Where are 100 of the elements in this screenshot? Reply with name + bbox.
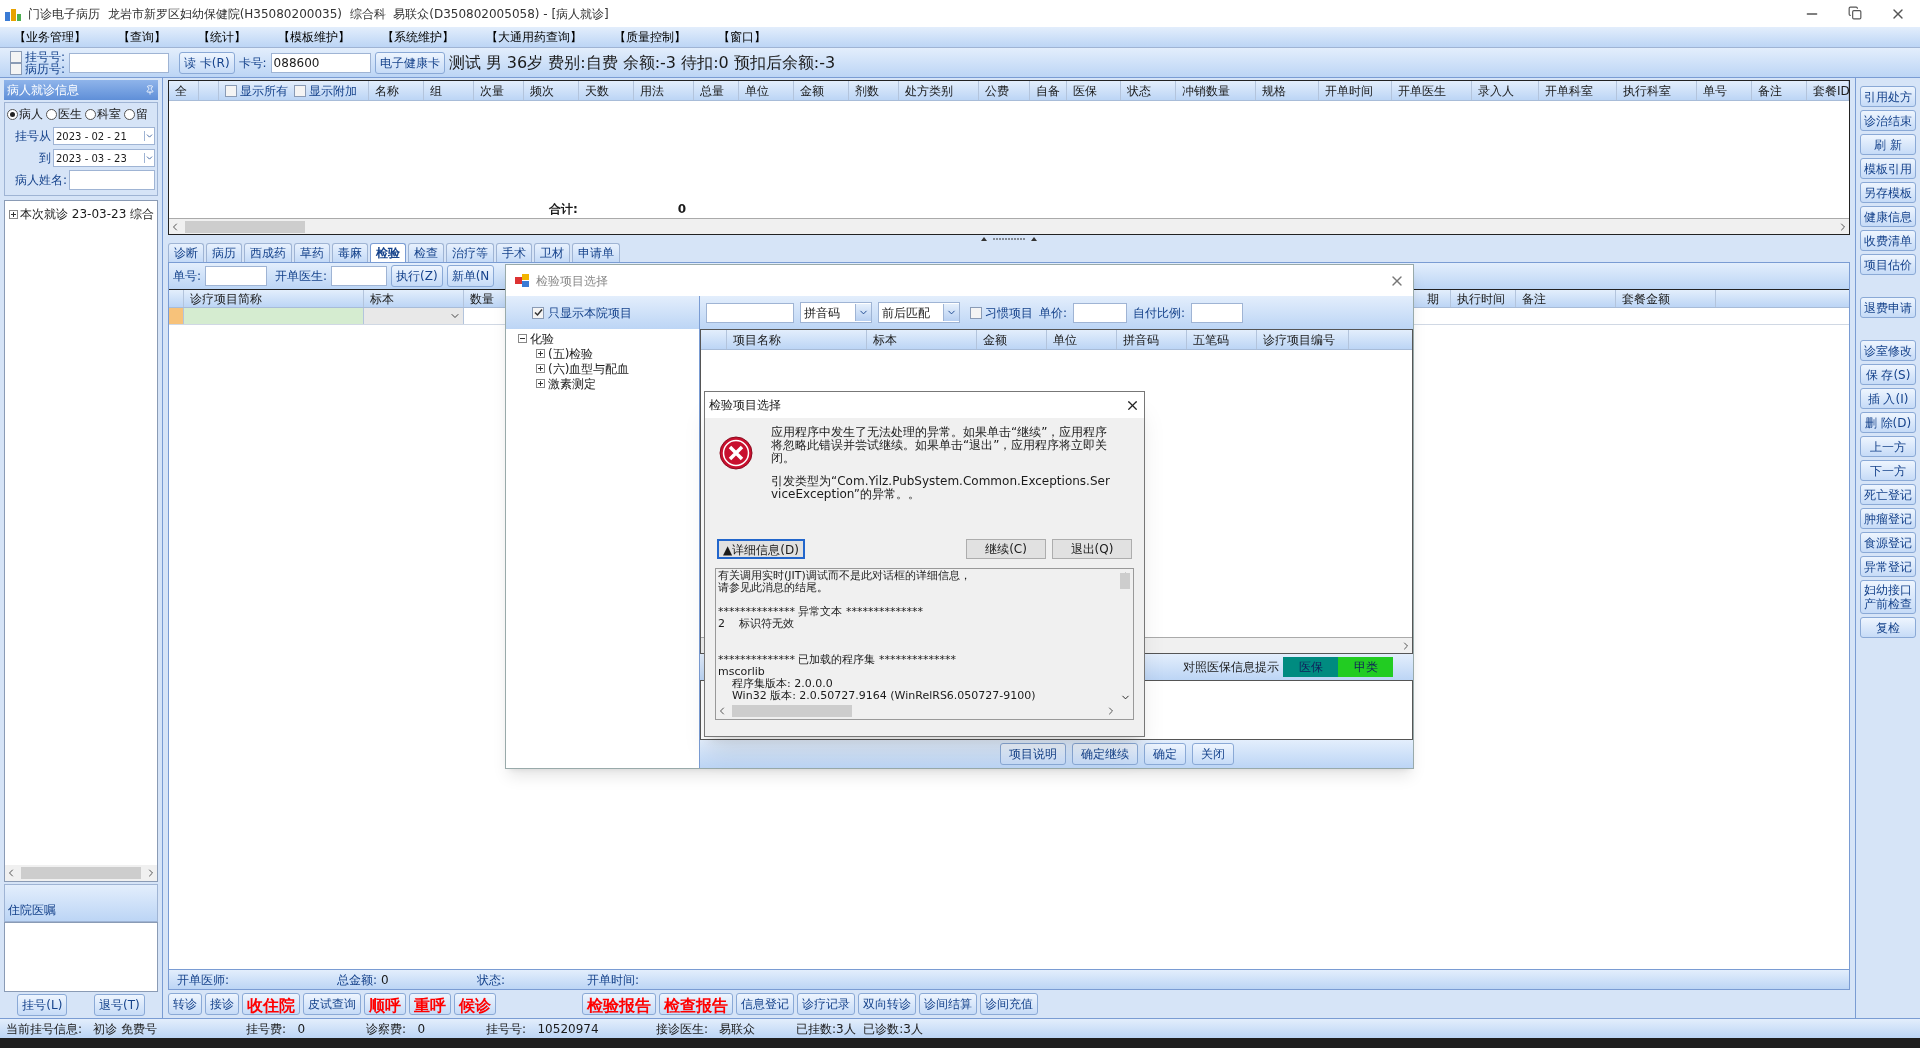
column-header[interactable]: 名称: [369, 81, 424, 100]
checkbox[interactable]: [225, 84, 237, 97]
column-header[interactable]: 单号: [1697, 81, 1752, 100]
button[interactable]: 诊间结算: [919, 993, 977, 1015]
checkbox[interactable]: [970, 306, 982, 319]
column-header[interactable]: 套餐ID: [1807, 81, 1849, 100]
tree-item[interactable]: 本次就诊 23-03-23 综合: [20, 205, 155, 223]
input-field[interactable]: [331, 266, 388, 286]
button[interactable]: 电子健康卡: [374, 51, 445, 74]
column-header[interactable]: 用法: [634, 81, 694, 100]
details-button[interactable]: ▲详细信息(D): [717, 539, 805, 559]
button[interactable]: 关闭: [1191, 743, 1234, 765]
side-button[interactable]: 保 存(S): [1860, 364, 1916, 385]
column-header[interactable]: 处方类别: [899, 81, 979, 100]
side-button[interactable]: 肿瘤登记: [1860, 508, 1916, 529]
button[interactable]: 挂号(L): [17, 994, 68, 1016]
side-button[interactable]: 诊治结束: [1860, 110, 1916, 131]
tab[interactable]: 检查: [408, 243, 444, 262]
radio-button[interactable]: [46, 108, 57, 120]
tab[interactable]: 检验: [370, 243, 406, 262]
button[interactable]: 项目说明: [999, 743, 1066, 765]
button[interactable]: 确定: [1143, 743, 1186, 765]
menu-item[interactable]: 【大通用药查询】: [486, 28, 582, 46]
column-header[interactable]: 天数: [579, 81, 634, 100]
column-header[interactable]: 期: [1421, 290, 1451, 307]
side-button[interactable]: 上一方: [1860, 436, 1916, 457]
collapse-icon[interactable]: [518, 334, 527, 343]
side-button[interactable]: 食源登记: [1860, 532, 1916, 553]
column-header[interactable]: 金额: [977, 330, 1047, 349]
expand-icon[interactable]: [536, 379, 545, 388]
menu-item[interactable]: 【质量控制】: [614, 28, 686, 46]
side-button[interactable]: 收费清单: [1860, 230, 1916, 251]
input-field[interactable]: [1073, 302, 1128, 323]
scroll-thumb[interactable]: [732, 705, 852, 717]
side-button[interactable]: 删 除(D): [1860, 412, 1916, 433]
checkbox[interactable]: [532, 306, 544, 319]
side-button[interactable]: 项目估价: [1860, 254, 1916, 275]
button[interactable]: 皮试查询: [303, 993, 361, 1015]
horizontal-scrollbar[interactable]: [169, 218, 1849, 234]
button[interactable]: 退号(T): [93, 994, 145, 1016]
button[interactable]: 双向转诊: [858, 993, 916, 1015]
column-header[interactable]: 频次: [524, 81, 579, 100]
side-button[interactable]: 引用处方: [1860, 86, 1916, 107]
input-field[interactable]: [1191, 302, 1244, 323]
input-field[interactable]: [69, 52, 170, 73]
tab[interactable]: 毒麻: [332, 243, 368, 262]
column-header[interactable]: 剂数: [849, 81, 899, 100]
button[interactable]: 执行(Z): [391, 265, 443, 287]
column-header[interactable]: 冲销数量: [1176, 81, 1256, 100]
column-header[interactable]: 备注: [1752, 81, 1807, 100]
expand-icon[interactable]: [9, 209, 18, 219]
date-picker[interactable]: 2023 - 02 - 21: [53, 127, 155, 145]
column-header[interactable]: 开单医生: [1392, 81, 1472, 100]
column-header[interactable]: 单位: [739, 81, 794, 100]
dialog-button[interactable]: 退出(Q): [1052, 539, 1132, 559]
column-header[interactable]: 执行科室: [1617, 81, 1697, 100]
column-header[interactable]: 标本: [364, 290, 464, 307]
side-button[interactable]: 插 入(I): [1860, 388, 1916, 409]
button[interactable]: 转诊: [168, 993, 202, 1015]
scroll-thumb[interactable]: [21, 867, 141, 879]
column-header[interactable]: 开单科室: [1539, 81, 1617, 100]
column-header[interactable]: 执行时间: [1451, 290, 1516, 307]
input-field[interactable]: [69, 170, 155, 190]
column-header[interactable]: 状态: [1121, 81, 1176, 100]
tab[interactable]: 草药: [294, 243, 330, 262]
tab[interactable]: 西成药: [244, 243, 292, 262]
dropdown[interactable]: 前后匹配: [878, 302, 960, 323]
expand-icon[interactable]: [536, 364, 545, 373]
column-header[interactable]: 诊疗项目编号: [1257, 330, 1349, 349]
button[interactable]: 信息登记: [736, 993, 794, 1015]
menu-item[interactable]: 【模板维护】: [278, 28, 350, 46]
side-button[interactable]: 模板引用: [1860, 158, 1916, 179]
side-button[interactable]: 刷 新: [1860, 134, 1916, 155]
date-picker[interactable]: 2023 - 03 - 23: [53, 149, 155, 167]
side-button[interactable]: 健康信息: [1860, 206, 1916, 227]
side-button[interactable]: 退费申请: [1860, 297, 1916, 318]
input-field[interactable]: [205, 266, 268, 286]
column-header[interactable]: 次量: [474, 81, 524, 100]
menu-item[interactable]: 【业务管理】: [14, 28, 86, 46]
scroll-thumb[interactable]: [1120, 573, 1130, 589]
expand-icon[interactable]: [536, 349, 545, 358]
menu-item[interactable]: 【统计】: [198, 28, 246, 46]
button[interactable]: 读 卡(R): [179, 51, 235, 74]
side-button[interactable]: 诊室修改: [1860, 340, 1916, 361]
side-button[interactable]: 异常登记: [1860, 556, 1916, 577]
column-header[interactable]: 诊疗项目简称: [184, 290, 364, 307]
tab[interactable]: 诊断: [168, 243, 204, 262]
button[interactable]: 确定继续: [1071, 743, 1138, 765]
side-button[interactable]: 妇幼接口产前检查: [1860, 580, 1916, 614]
column-header[interactable]: 五笔码: [1187, 330, 1257, 349]
splitter-grip-icon[interactable]: [979, 236, 1039, 242]
tab[interactable]: 治疗等: [446, 243, 494, 262]
tab[interactable]: 申请单: [572, 243, 620, 262]
side-button[interactable]: 复检: [1860, 617, 1916, 638]
input-field[interactable]: 088600: [270, 52, 371, 73]
radio-button[interactable]: [124, 108, 135, 120]
column-header[interactable]: 项目名称: [727, 330, 867, 349]
side-button[interactable]: 另存模板: [1860, 182, 1916, 203]
column-header[interactable]: 全: [169, 81, 199, 100]
dropdown[interactable]: 拼音码: [800, 302, 872, 323]
